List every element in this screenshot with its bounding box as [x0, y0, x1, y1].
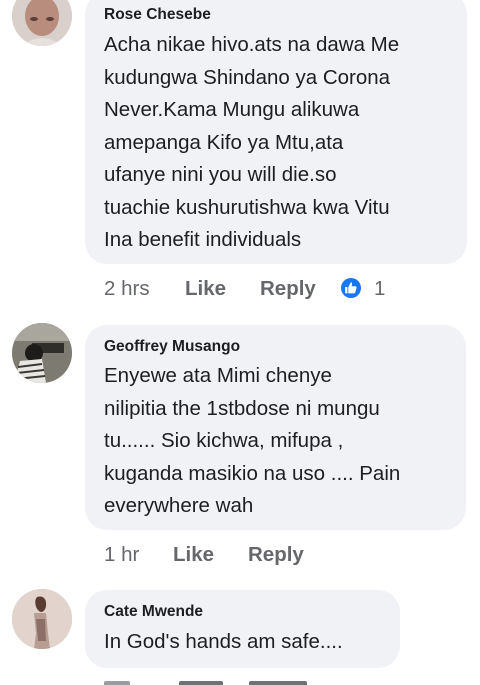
- avatar[interactable]: [12, 589, 72, 649]
- like-button[interactable]: Like: [185, 276, 226, 302]
- comment-thread: Rose Chesebe Acha nikae hivo.ats na dawa…: [0, 0, 480, 685]
- comment-bubble: Cate Mwende In God's hands am safe....: [85, 590, 400, 668]
- comment-author[interactable]: Geoffrey Musango: [104, 338, 240, 356]
- comment-text: Acha nikae hivo.ats na dawa Me kudungwa …: [104, 33, 400, 251]
- comment-text: Enyewe ata Mimi chenye nilipitia the 1st…: [104, 364, 401, 517]
- avatar[interactable]: [12, 323, 72, 383]
- profile-photo: [12, 323, 72, 383]
- like-button[interactable]: Like: [173, 542, 214, 568]
- comment-timestamp[interactable]: 2 hrs: [104, 276, 150, 302]
- next-comment-actions-partial: [104, 681, 364, 685]
- thumbs-up-icon[interactable]: [339, 276, 363, 300]
- comment-actions: 1 hr Like Reply: [104, 542, 474, 568]
- comment-author[interactable]: Cate Mwende: [104, 603, 203, 621]
- comment-text: In God's hands am safe....: [104, 630, 343, 653]
- profile-photo: [12, 589, 72, 649]
- comment-author[interactable]: Rose Chesebe: [104, 6, 211, 24]
- reply-button[interactable]: Reply: [248, 542, 304, 568]
- comment-actions: 2 hrs Like Reply: [104, 276, 474, 302]
- comment-timestamp[interactable]: 1 hr: [104, 542, 139, 568]
- reaction-count[interactable]: 1: [374, 276, 385, 302]
- profile-photo: [12, 0, 72, 46]
- comment-bubble: Rose Chesebe Acha nikae hivo.ats na dawa…: [85, 0, 467, 264]
- reply-button[interactable]: Reply: [260, 276, 316, 302]
- avatar[interactable]: [12, 0, 72, 46]
- comment-bubble: Geoffrey Musango Enyewe ata Mimi chenye …: [85, 325, 466, 530]
